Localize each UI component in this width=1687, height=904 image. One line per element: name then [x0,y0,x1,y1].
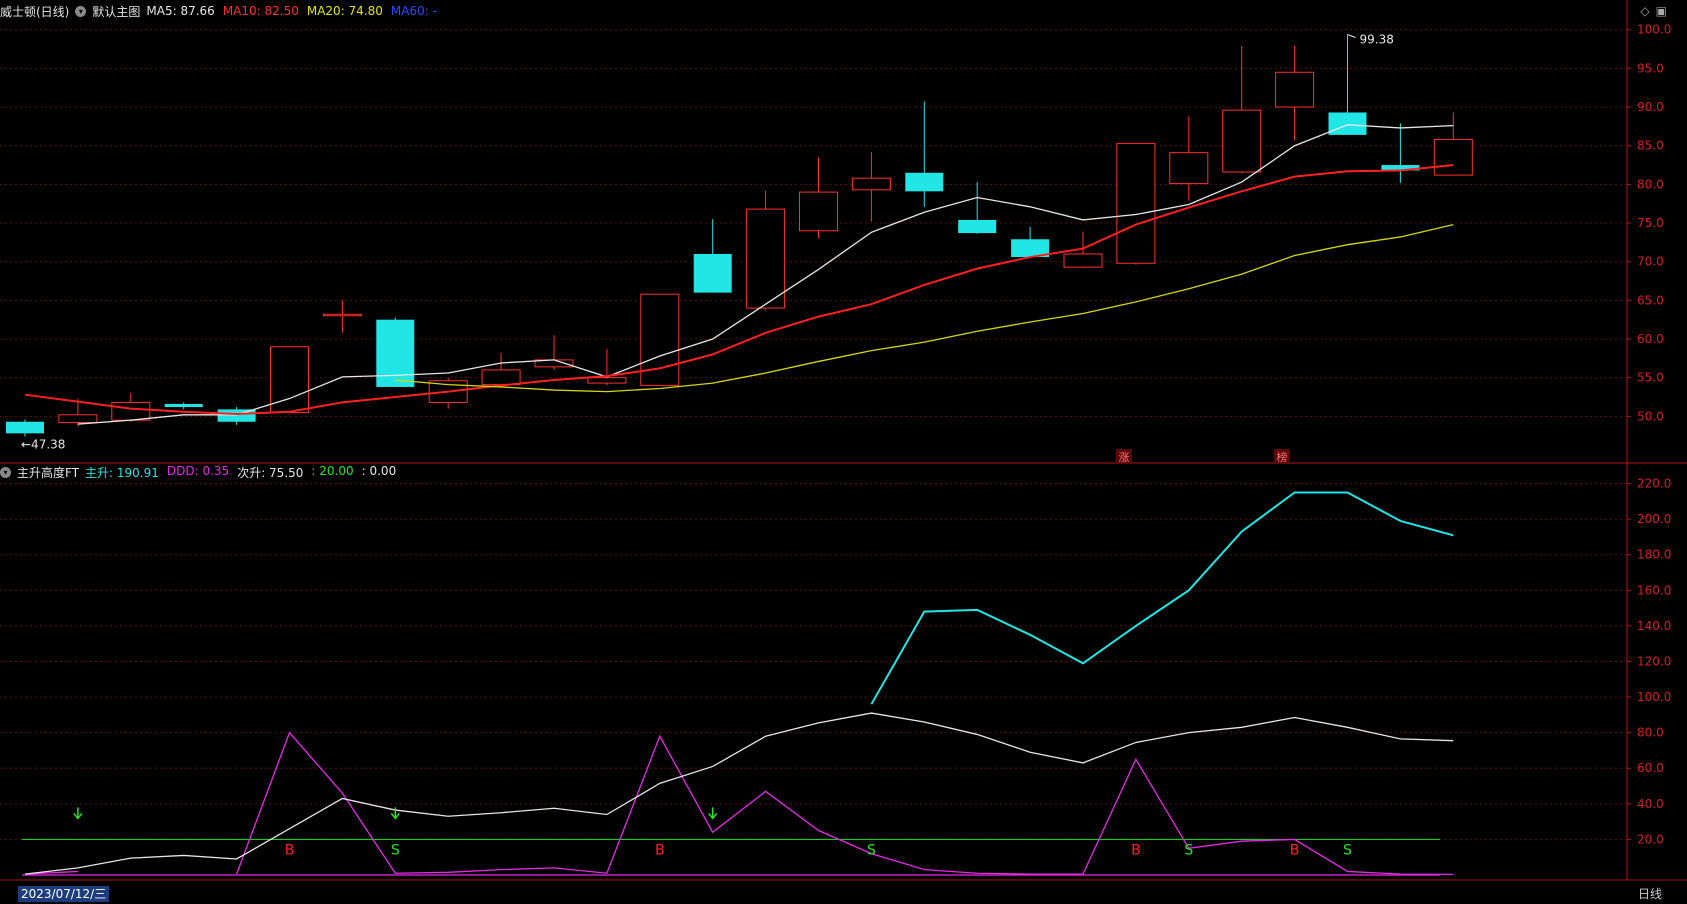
candle-body [1433,139,1473,176]
candle-body [6,421,44,434]
y-tick-label: 140.0 [1637,619,1671,633]
y-tick-label: 220.0 [1637,477,1671,491]
main-panel-grid [0,0,1687,881]
legend-item: : 20.00 [311,463,354,478]
sell-signal: S [391,842,400,858]
indicator-legend: 主升: 190.91 DDD: 0.35 次升: 75.50 : 20.00 : 0.0… [85,464,396,481]
candle-body [1222,109,1262,173]
candle-body [1116,142,1156,264]
buy-signal: B [285,842,295,858]
candle-body [1275,71,1315,108]
y-tick-label: 120.0 [1637,654,1671,668]
main-panel-marks: 99.38 ←47.38 涨 榜 [6,33,1473,464]
buy-signal: B [1131,842,1141,858]
legend-item: 次升: 75.50 [237,465,304,480]
candle-body [322,313,362,317]
y-tick-label: 180.0 [1637,548,1671,562]
stock-chart[interactable]: 100.0 95.0 90.0 85.0 80.0 75.0 70.0 65.0 60.0 55.… [0,0,1687,904]
high-pointer [1347,34,1356,38]
maximize-icon[interactable]: ▣ [1656,4,1667,18]
y-tick-label: 200.0 [1637,512,1671,526]
y-tick-label: 75.0 [1637,216,1664,230]
y-tick-label: 80.0 [1637,177,1664,191]
y-tick-label: 20.0 [1637,832,1664,846]
candle-body [376,319,415,387]
indicator-name[interactable]: 主升高度FT [17,464,79,481]
legend-item: DDD: 0.35 [166,463,230,478]
candle-body [746,208,786,309]
diamond-icon[interactable]: ◇ [1640,4,1649,18]
high-label: 99.38 [1360,33,1394,47]
legend-item: : 0.00 [361,463,397,478]
low-label: ←47.38 [21,438,65,452]
y-tick-label: 50.0 [1637,409,1664,423]
candle-body [851,177,891,191]
y-tick-label: 100.0 [1637,690,1671,704]
y-tick-label: 55.0 [1637,371,1664,385]
y-tick-label: 85.0 [1637,139,1664,153]
settings-circle-icon[interactable]: ▾ [75,5,87,17]
buy-signal: B [655,842,665,858]
y-tick-label: 95.0 [1637,61,1664,75]
y-tick-label: 80.0 [1637,726,1664,740]
legend-item: MA20: 74.80 [306,4,383,18]
candle-body [799,191,838,232]
y-tick-label: 160.0 [1637,583,1671,597]
bottom-bar: 2023/07/12/三 日线 [0,884,1687,904]
ma-line [24,164,1454,416]
indicator-header: ▾ 主升高度FT 主升: 190.91 DDD: 0.35 次升: 75.50 : 2… [0,461,396,483]
buy-signal: B [1290,842,1300,858]
y-tick-label: 70.0 [1637,255,1664,269]
settings-circle-icon[interactable]: ▾ [0,466,11,478]
candle-body [1169,152,1209,185]
marker-label: 榜 [1277,450,1288,464]
main-chart-header: 威士顿(日线) ▾ 默认主图 MA5: 87.66 MA10: 82.50 MA20… [0,0,437,22]
candle-body [587,377,627,384]
candle-body [1328,112,1367,135]
indicator-panel-grid [0,483,1631,840]
main-panel-y-axis: 100.0 95.0 90.0 85.0 80.0 75.0 70.0 65.0 60.0 55.… [1637,23,1671,424]
legend-item: MA10: 82.50 [222,4,299,18]
indicator-panel-marks: BSBSBSBS [22,491,1454,876]
indicator-line [24,712,1454,875]
marker-label: 涨 [1119,451,1130,464]
y-tick-label: 60.0 [1637,332,1664,346]
candle-body [111,401,151,421]
candle-body [164,403,203,408]
sell-signal: S [1343,842,1352,858]
indicator-panel-y-axis: 220.0 200.0 180.0 160.0 140.0 120.0 100.0 80.0 6… [1637,477,1671,847]
sell-signal: S [1184,842,1193,858]
candle-body [1063,253,1103,268]
candle-body [58,414,98,424]
candle-body [693,253,732,293]
legend-item: MA60: - [390,4,437,18]
period-label[interactable]: 日线 [1638,885,1662,902]
legend-item: MA5: 87.66 [146,4,215,18]
template-name[interactable]: 默认主图 [92,3,140,20]
sell-signal: S [867,842,876,858]
date-label: 2023/07/12/三 [18,886,110,902]
y-tick-label: 65.0 [1637,293,1664,307]
window-controls: ◇ ▣ [1640,4,1667,18]
candle-body [958,219,997,234]
legend-item: 主升: 190.91 [85,465,159,480]
y-tick-label: 90.0 [1637,100,1664,114]
ma-legend: MA5: 87.66 MA10: 82.50 MA20: 74.80 MA60: - [146,4,437,18]
candle-body [640,293,680,386]
y-tick-label: 40.0 [1637,797,1664,811]
y-tick-label: 100.0 [1637,23,1671,37]
y-tick-label: 60.0 [1637,761,1664,775]
stock-name[interactable]: 威士顿(日线) [0,3,69,20]
candle-body [905,172,944,192]
indicator-line [870,491,1454,705]
candle-body [481,369,521,386]
